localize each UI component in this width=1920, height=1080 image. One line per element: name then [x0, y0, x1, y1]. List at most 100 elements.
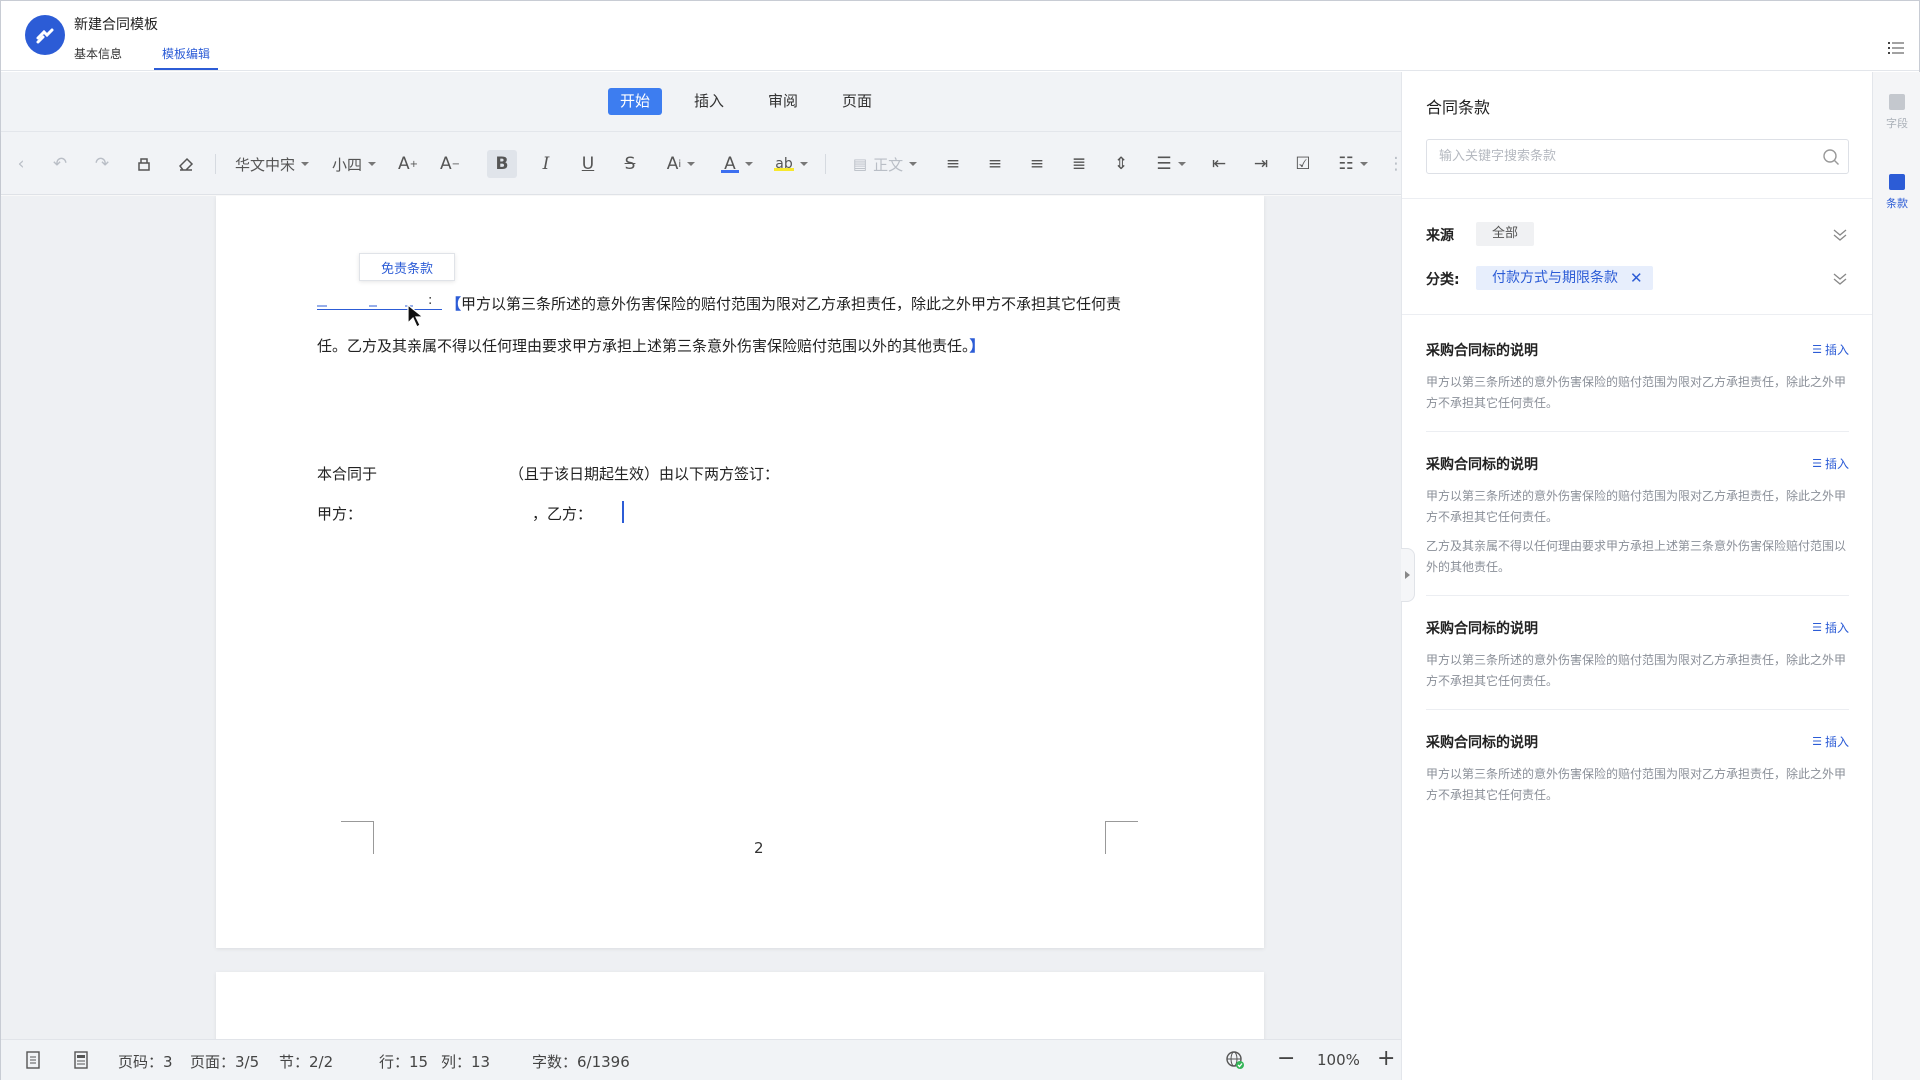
list-menu-icon[interactable] — [1887, 39, 1905, 57]
indent-menu-icon[interactable]: ☰ — [1151, 150, 1191, 178]
format-painter-icon[interactable] — [131, 150, 157, 178]
insert-clause-button[interactable]: ☰ 插入 — [1812, 733, 1849, 750]
align-right-icon[interactable]: ≡ — [1025, 150, 1049, 178]
status-bar: 页码：3 页面：3/5 节：2/2 行：15 列：13 字数：6/1396 − … — [1, 1039, 1401, 1080]
tab-insert[interactable]: 插入 — [682, 88, 736, 115]
doc-sign-line[interactable]: 甲方： ，乙方： — [317, 503, 592, 524]
strikethrough-icon[interactable]: S — [617, 150, 643, 178]
font-family-select[interactable]: 华文中宋 — [229, 150, 315, 178]
clause-title: 采购合同标的说明 — [1426, 457, 1538, 473]
clause-paragraph: 甲方以第三条所述的意外伤害保险的赔付范围为限对乙方承担责任，除此之外甲方不承担其… — [1426, 375, 1847, 410]
increase-font-icon[interactable]: A + — [395, 150, 421, 178]
clause-search[interactable] — [1426, 139, 1849, 174]
font-color-swatch — [721, 170, 739, 173]
source-label: 来源 — [1426, 228, 1454, 244]
scroll-left-icon[interactable]: ‹ — [13, 150, 29, 178]
zoom-level[interactable]: 100% — [1317, 1051, 1360, 1069]
bullet-list-icon[interactable]: ☷ — [1333, 150, 1373, 178]
rail-item-fields[interactable]: 字段 — [1873, 94, 1920, 131]
indent-icon[interactable]: ⇥ — [1249, 150, 1273, 178]
font-color-icon[interactable]: A — [717, 150, 757, 178]
clause-tooltip[interactable]: 免责条款 — [359, 253, 455, 281]
checkbox-icon[interactable]: ☑ — [1291, 150, 1315, 178]
zoom-in-button[interactable]: + — [1377, 1046, 1395, 1071]
outline-view-icon[interactable] — [71, 1050, 91, 1070]
decrease-font-icon[interactable]: A − — [437, 150, 463, 178]
tab-basic-info[interactable]: 基本信息 — [74, 45, 122, 70]
clause-card[interactable]: 采购合同标的说明 ☰ 插入 甲方以第三条所述的意外伤害保险的赔付范围为限对乙方承担… — [1426, 618, 1849, 692]
outdent-icon[interactable]: ⇤ — [1207, 150, 1231, 178]
rail-item-clauses[interactable]: 条款 — [1873, 174, 1920, 211]
zoom-out-button[interactable]: − — [1277, 1046, 1295, 1071]
insert-icon: ☰ — [1812, 457, 1822, 470]
clause-text-line1: 甲方以第三条所述的意外伤害保险的赔付范围为限对乙方承担责任，除此之外甲方不承担其… — [461, 295, 1122, 313]
insert-clause-button[interactable]: ☰ 插入 — [1812, 455, 1849, 472]
insert-label: 插入 — [1824, 343, 1849, 357]
italic-icon[interactable]: I — [533, 150, 559, 178]
clause-search-input[interactable] — [1439, 140, 1809, 173]
source-chip[interactable]: 全部 — [1476, 222, 1535, 246]
field-icon — [1889, 94, 1905, 110]
clause-card[interactable]: 采购合同标的说明 ☰ 插入 甲方以第三条所述的意外伤害保险的赔付范围为限对乙方承担… — [1426, 340, 1849, 414]
insert-clause-button[interactable]: ☰ 插入 — [1812, 619, 1849, 636]
source-expand-icon[interactable] — [1832, 226, 1848, 242]
document-page-next[interactable] — [216, 972, 1264, 1039]
align-center-icon[interactable]: ≡ — [983, 150, 1007, 178]
clause-title: 采购合同标的说明 — [1426, 343, 1538, 359]
line-spacing-icon[interactable]: ⇕ — [1109, 150, 1133, 178]
page-corner-mark — [341, 821, 374, 854]
ribbon-menu-bar: 开始 插入 审阅 页面 — [1, 72, 1401, 132]
category-chip[interactable]: 付款方式与期限条款 ✕ — [1476, 266, 1653, 290]
toolbar-separator — [215, 154, 216, 174]
status-page-code: 页码：3 — [118, 1053, 173, 1071]
clause-separator — [1426, 595, 1849, 596]
font-size-select[interactable]: 小四 — [327, 150, 381, 178]
underline-icon[interactable]: U — [575, 150, 601, 178]
doc-paragraph-line[interactable]: 任。乙方及其亲属不得以任何理由要求甲方承担上述第三条意外伤害保险赔付范围以外的其… — [317, 335, 985, 356]
clause-icon — [1889, 174, 1905, 190]
ribbon-tabs: 开始 插入 审阅 页面 — [608, 88, 904, 115]
language-check-icon[interactable] — [1225, 1050, 1245, 1070]
document-title: 新建合同模板 — [74, 17, 158, 33]
highlight-color-swatch — [774, 168, 794, 171]
clause-card[interactable]: 采购合同标的说明 ☰ 插入 甲方以第三条所述的意外伤害保险的赔付范围为限对乙方承担… — [1426, 454, 1849, 578]
eraser-icon[interactable] — [173, 150, 199, 178]
insert-label: 插入 — [1824, 735, 1849, 749]
doc-sign-line[interactable]: 本合同于 （且于该日期起生效）由以下两方签订： — [317, 463, 779, 484]
app-window: 新建合同模板 基本信息 模板编辑 开始 插入 审阅 页面 ‹ ↶ ↷ 华文中宋 … — [0, 0, 1920, 1080]
paragraph-style-select[interactable]: ▤ 正文 — [839, 150, 931, 178]
panel-collapse-toggle[interactable] — [1401, 548, 1415, 602]
highlight-color-icon[interactable]: ab — [771, 150, 811, 178]
doc-paragraph-line[interactable]: 【甲方以第三条所述的意外伤害保险的赔付范围为限对乙方承担责任，除此之外甲方不承担… — [446, 293, 1121, 314]
party-b-label: ，乙方： — [532, 505, 593, 523]
close-icon[interactable]: ✕ — [1630, 266, 1643, 290]
editor-canvas[interactable]: 免责条款 : 【甲方以第三条所述的意外伤害保险的赔付范围为限对乙方承担责任，除此… — [1, 196, 1401, 1039]
tab-page[interactable]: 页面 — [830, 88, 884, 115]
redo-icon[interactable]: ↷ — [89, 150, 115, 178]
bold-icon[interactable]: B — [487, 150, 517, 178]
category-expand-icon[interactable] — [1832, 270, 1848, 286]
clause-description: 甲方以第三条所述的意外伤害保险的赔付范围为限对乙方承担责任，除此之外甲方不承担其… — [1426, 650, 1849, 692]
undo-icon[interactable]: ↶ — [47, 150, 73, 178]
toolbar-more-icon[interactable]: ⋮ — [1388, 150, 1405, 178]
status-section: 节：2/2 — [279, 1053, 334, 1071]
page-number: 2 — [754, 839, 764, 857]
page-view-icon[interactable] — [23, 1050, 43, 1070]
document-page[interactable]: 免责条款 : 【甲方以第三条所述的意外伤害保险的赔付范围为限对乙方承担责任，除此… — [216, 196, 1264, 948]
party-a-label: 甲方： — [317, 505, 363, 523]
field-colon: : — [428, 293, 433, 308]
insert-clause-button[interactable]: ☰ 插入 — [1812, 341, 1849, 358]
tab-template-edit[interactable]: 模板编辑 — [154, 45, 219, 70]
clause-separator — [1426, 709, 1849, 710]
clause-card[interactable]: 采购合同标的说明 ☰ 插入 甲方以第三条所述的意外伤害保险的赔付范围为限对乙方承担… — [1426, 732, 1849, 806]
align-left-icon[interactable]: ≡ — [941, 150, 965, 178]
search-icon[interactable] — [1822, 148, 1840, 166]
superscript-icon[interactable]: Ai — [661, 150, 701, 178]
align-justify-icon[interactable]: ≣ — [1067, 150, 1091, 178]
clause-description: 甲方以第三条所述的意外伤害保险的赔付范围为限对乙方承担责任，除此之外甲方不承担其… — [1426, 486, 1849, 578]
clause-title: 采购合同标的说明 — [1426, 621, 1538, 637]
tab-review[interactable]: 审阅 — [756, 88, 810, 115]
tab-start[interactable]: 开始 — [608, 88, 663, 115]
clause-description: 甲方以第三条所述的意外伤害保险的赔付范围为限对乙方承担责任，除此之外甲方不承担其… — [1426, 764, 1849, 806]
clause-paragraph: 甲方以第三条所述的意外伤害保险的赔付范围为限对乙方承担责任，除此之外甲方不承担其… — [1426, 653, 1847, 688]
